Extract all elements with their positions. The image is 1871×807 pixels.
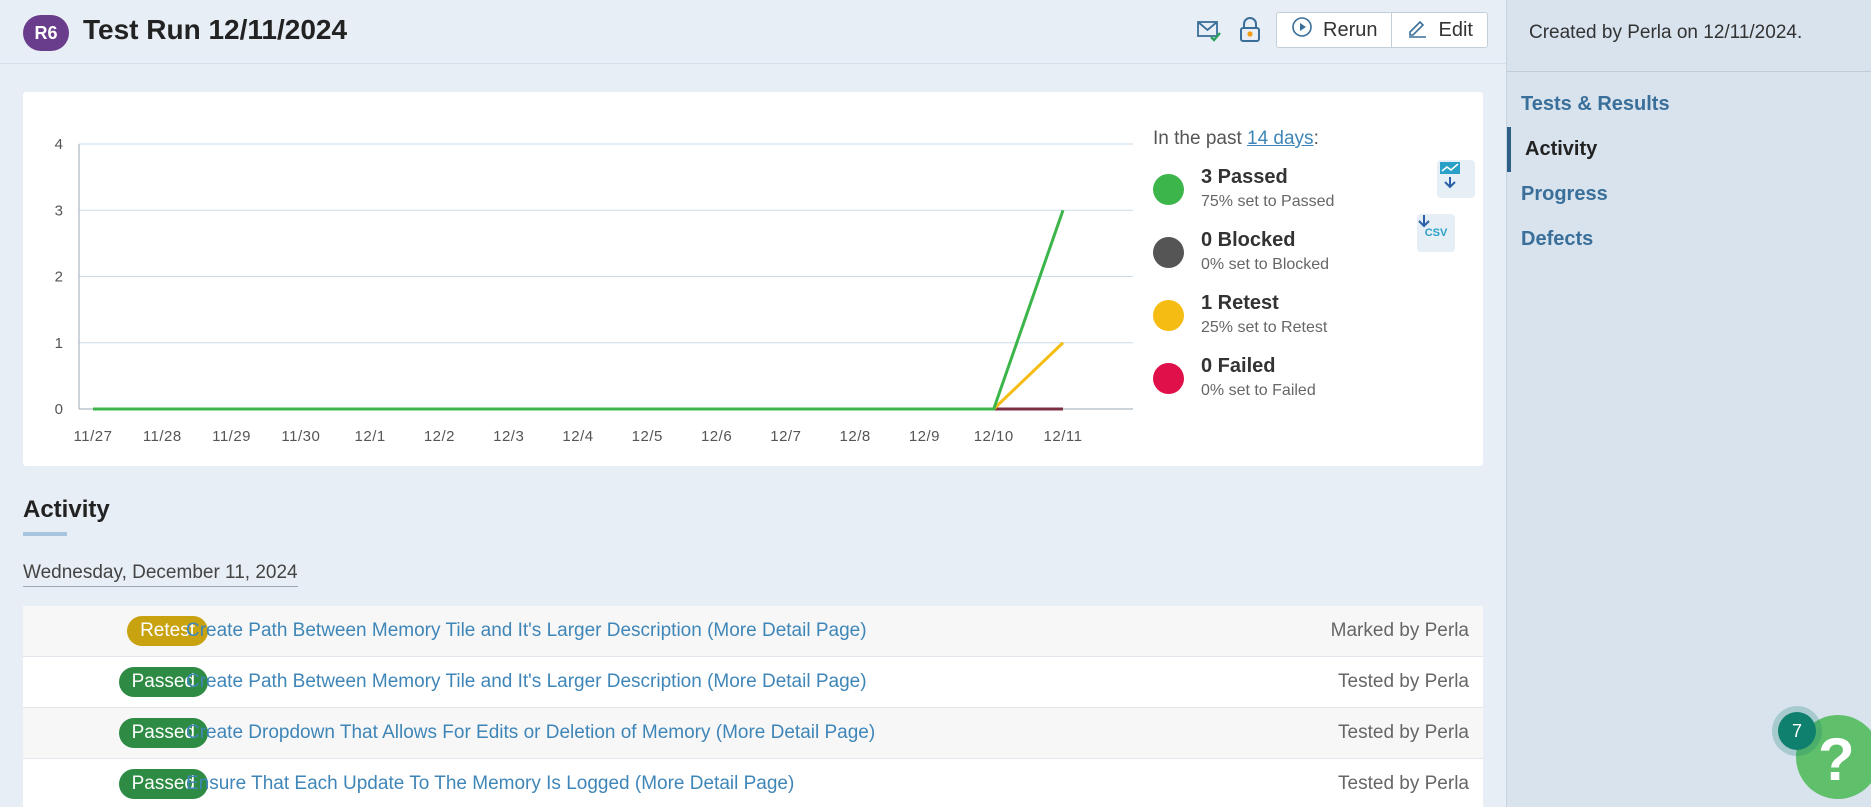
edit-label: Edit — [1438, 18, 1473, 41]
sidebar-item-progress[interactable]: Progress — [1507, 172, 1871, 217]
main-column: R6 Test Run 12/11/2024 Rerun Edit 0 1 2 … — [0, 0, 1508, 807]
chart-legend: In the past 14 days: 3 Passed 75% set to… — [1153, 128, 1403, 418]
activity-date: Wednesday, December 11, 2024 — [23, 562, 298, 587]
x-tick-label: 12/10 — [974, 428, 1014, 445]
download-csv-icon[interactable]: CSV — [1417, 214, 1455, 252]
csv-label: CSV — [1424, 227, 1448, 239]
page-header: R6 Test Run 12/11/2024 Rerun Edit — [0, 0, 1508, 64]
activity-heading-underline — [23, 532, 67, 536]
legend-percentage: 75% set to Passed — [1201, 193, 1335, 210]
status-dot — [1153, 174, 1184, 205]
activity-list: Retest Create Path Between Memory Tile a… — [23, 606, 1483, 807]
x-tick-label: 12/6 — [701, 428, 732, 445]
x-tick-label: 12/2 — [424, 428, 455, 445]
lock-icon[interactable] — [1237, 17, 1263, 43]
activity-author: Tested by Perla — [1338, 722, 1469, 743]
pencil-icon — [1406, 16, 1428, 44]
activity-author: Marked by Perla — [1330, 620, 1469, 641]
legend-percentage: 0% set to Blocked — [1201, 256, 1330, 273]
activity-row: Passed Ensure That Each Update To The Me… — [23, 759, 1483, 807]
legend-count: 0 Blocked — [1201, 229, 1296, 251]
activity-row: Retest Create Path Between Memory Tile a… — [23, 606, 1483, 657]
x-tick-label: 11/28 — [143, 428, 182, 445]
x-tick-label: 12/11 — [1044, 428, 1083, 445]
download-chart-image-icon[interactable] — [1437, 160, 1475, 198]
legend-count: 0 Failed — [1201, 355, 1276, 377]
activity-heading: Activity — [23, 496, 110, 523]
test-case-link[interactable]: Create Dropdown That Allows For Edits or… — [186, 722, 875, 744]
run-badge: R6 — [23, 15, 69, 51]
x-tick-label: 12/5 — [632, 428, 663, 445]
edit-button[interactable]: Edit — [1391, 13, 1486, 47]
x-tick-label: 12/4 — [562, 428, 593, 445]
status-dot — [1153, 237, 1184, 268]
activity-row: Passed Create Dropdown That Allows For E… — [23, 708, 1483, 759]
help-notification-count[interactable]: 7 — [1778, 712, 1816, 750]
sidebar: Created by Perla on 12/11/2024. Tests & … — [1506, 0, 1871, 807]
x-tick-label: 12/8 — [840, 428, 871, 445]
legend-heading: In the past 14 days: — [1153, 128, 1403, 150]
x-tick-label: 12/1 — [355, 428, 386, 445]
y-tick-label: 2 — [55, 269, 63, 286]
test-case-link[interactable]: Ensure That Each Update To The Memory Is… — [186, 773, 794, 795]
x-tick-label: 12/7 — [770, 428, 801, 445]
activity-author: Tested by Perla — [1338, 773, 1469, 794]
series-line-retest — [93, 341, 1065, 411]
activity-author: Tested by Perla — [1338, 671, 1469, 692]
activity-row: Passed Create Path Between Memory Tile a… — [23, 657, 1483, 708]
sidebar-item-tests-results[interactable]: Tests & Results — [1507, 82, 1871, 127]
rerun-button[interactable]: Rerun — [1277, 13, 1391, 47]
legend-suffix: : — [1313, 128, 1319, 149]
question-mark-icon: ? — [1818, 726, 1855, 793]
sidebar-created-meta: Created by Perla on 12/11/2024. — [1507, 0, 1871, 72]
y-tick-label: 4 — [55, 136, 63, 153]
test-case-link[interactable]: Create Path Between Memory Tile and It's… — [186, 620, 867, 642]
status-dot — [1153, 300, 1184, 331]
rerun-label: Rerun — [1323, 18, 1378, 41]
legend-percentage: 0% set to Failed — [1201, 382, 1316, 399]
x-tick-label: 11/29 — [212, 428, 251, 445]
legend-count: 1 Retest — [1201, 292, 1279, 314]
x-tick-label: 12/9 — [909, 428, 940, 445]
legend-count: 3 Passed — [1201, 166, 1288, 188]
x-tick-label: 12/3 — [493, 428, 524, 445]
email-check-icon[interactable] — [1196, 17, 1222, 43]
sidebar-item-defects[interactable]: Defects — [1507, 217, 1871, 262]
x-tick-label: 11/27 — [74, 428, 113, 445]
legend-prefix: In the past — [1153, 128, 1248, 149]
x-tick-label: 11/30 — [281, 428, 320, 445]
series-line-passed — [93, 209, 1065, 411]
sidebar-item-activity[interactable]: Activity — [1507, 127, 1871, 172]
y-tick-label: 0 — [55, 401, 63, 418]
header-actions: Rerun Edit — [1276, 12, 1488, 48]
sidebar-nav: Tests & Results Activity Progress Defects — [1507, 82, 1871, 262]
legend-item: 0 Blocked 0% set to Blocked — [1153, 229, 1403, 292]
status-dot — [1153, 363, 1184, 394]
results-chart-card: 0 1 2 3 4 11/27 11/28 11/29 11/30 12/1 12/2 12/3 12/… — [23, 92, 1483, 466]
legend-item: 3 Passed 75% set to Passed — [1153, 166, 1403, 229]
legend-percentage: 25% set to Retest — [1201, 319, 1328, 336]
legend-item: 1 Retest 25% set to Retest — [1153, 292, 1403, 355]
period-link[interactable]: 14 days — [1247, 128, 1314, 149]
test-case-link[interactable]: Create Path Between Memory Tile and It's… — [186, 671, 867, 693]
page-title: Test Run 12/11/2024 — [83, 14, 348, 45]
results-line-chart: 0 1 2 3 4 11/27 11/28 11/29 11/30 12/1 12/2 12/3 12/… — [55, 136, 1133, 445]
play-circle-icon — [1291, 16, 1313, 44]
legend-item: 0 Failed 0% set to Failed — [1153, 355, 1403, 418]
y-tick-label: 1 — [55, 335, 63, 352]
y-tick-label: 3 — [55, 202, 63, 219]
